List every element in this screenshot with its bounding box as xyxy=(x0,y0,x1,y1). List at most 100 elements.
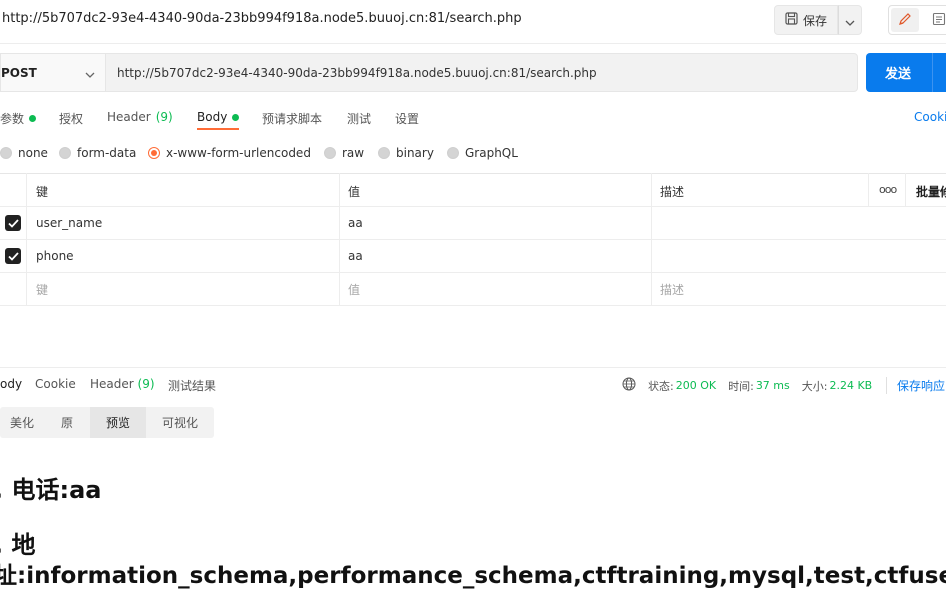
save-button[interactable]: 保存 xyxy=(774,5,838,35)
body-type-raw-label: raw xyxy=(342,146,365,160)
save-icon xyxy=(785,12,798,28)
save-response-button[interactable]: 保存响应 xyxy=(886,377,945,394)
new-description-input[interactable]: 描述 xyxy=(660,281,684,298)
tab-tests[interactable]: 测试 xyxy=(347,110,371,127)
tab-params[interactable]: 参数 xyxy=(0,110,37,127)
globe-icon[interactable] xyxy=(622,377,636,394)
size-label: 大小: xyxy=(801,379,828,393)
time-value[interactable]: 37 ms xyxy=(756,379,790,392)
column-header-key: 键 xyxy=(36,185,49,199)
body-type-raw[interactable]: raw xyxy=(324,146,364,160)
tab-tests-label: 测试 xyxy=(347,112,372,126)
tab-params-label: 参数 xyxy=(0,112,25,126)
row-checkbox[interactable] xyxy=(5,248,21,264)
new-value-input[interactable]: 值 xyxy=(348,281,360,298)
column-header-description: 描述 xyxy=(660,185,685,199)
tab-header-label: Header xyxy=(107,110,151,124)
radio-form-data[interactable] xyxy=(59,147,71,159)
response-status-area: 状态: 200 OK 时间: 37 ms 大小: 2.24 KB xyxy=(622,377,872,394)
chevron-down-icon xyxy=(85,63,95,82)
tab-prerequest-script[interactable]: 预请求脚本 xyxy=(262,110,322,127)
response-tab-cookie[interactable]: Cookie xyxy=(35,377,76,391)
params-indicator-dot xyxy=(29,115,37,122)
more-options-icon[interactable]: ooo xyxy=(879,183,897,196)
new-key-input[interactable]: 键 xyxy=(36,281,48,298)
column-divider xyxy=(868,173,869,206)
active-tab-underline xyxy=(197,128,239,130)
body-type-binary-label: binary xyxy=(396,146,434,160)
pencil-icon xyxy=(898,11,912,30)
body-type-graphql[interactable]: GraphQL xyxy=(447,146,518,160)
preview-line: 址:information_schema,performance_schema,… xyxy=(0,563,946,589)
table-row xyxy=(0,207,946,240)
row-checkbox[interactable] xyxy=(5,215,21,231)
body-type-urlencoded[interactable]: x-www-form-urlencoded xyxy=(148,146,311,160)
view-mode-pretty[interactable]: 美化 xyxy=(0,407,44,438)
response-divider xyxy=(0,367,946,368)
tab-auth[interactable]: 授权 xyxy=(59,110,83,127)
body-type-form-data-label: form-data xyxy=(77,146,137,160)
tab-header[interactable]: Header (9) xyxy=(107,110,173,124)
radio-none[interactable] xyxy=(0,147,12,159)
radio-graphql[interactable] xyxy=(447,147,459,159)
chevron-down-icon xyxy=(845,11,855,30)
url-text: http://5b707dc2-93e4-4340-90da-23bb994f9… xyxy=(117,65,597,80)
params-table xyxy=(0,173,946,306)
preview-line: , 电话:aa xyxy=(0,476,102,504)
edit-button[interactable] xyxy=(891,8,919,32)
column-header-value: 值 xyxy=(348,185,361,199)
body-type-urlencoded-label: x-www-form-urlencoded xyxy=(166,146,311,160)
save-dropdown-button[interactable] xyxy=(838,5,862,35)
response-tab-body[interactable]: ody xyxy=(0,377,22,391)
tab-body[interactable]: Body xyxy=(197,110,240,124)
tab-body-label: Body xyxy=(197,110,228,124)
table-row xyxy=(0,240,946,273)
column-divider xyxy=(26,173,27,306)
table-header-row xyxy=(0,174,946,207)
send-button[interactable]: 发送 xyxy=(866,53,946,92)
tab-settings-label: 设置 xyxy=(395,112,420,126)
body-type-none-label: none xyxy=(18,146,48,160)
view-mode-visualize[interactable]: 可视化 xyxy=(146,407,214,438)
param-key-cell[interactable]: phone xyxy=(36,249,74,263)
view-mode-preview[interactable]: 预览 xyxy=(90,407,146,438)
radio-urlencoded[interactable] xyxy=(148,147,160,159)
table-row-empty xyxy=(0,273,946,306)
column-divider xyxy=(339,173,340,306)
size-value[interactable]: 2.24 KB xyxy=(829,379,872,392)
column-divider xyxy=(651,173,652,306)
bulk-edit-link[interactable]: 批量修 xyxy=(916,183,946,200)
send-divider xyxy=(932,53,933,92)
documentation-button[interactable] xyxy=(925,8,946,32)
param-key-cell[interactable]: user_name xyxy=(36,216,102,230)
response-tab-header[interactable]: Header (9) xyxy=(90,377,155,391)
document-icon xyxy=(932,11,946,30)
tab-settings[interactable]: 设置 xyxy=(395,110,419,127)
method-select[interactable]: POST xyxy=(0,53,105,92)
preview-line: , 地 xyxy=(0,531,36,559)
send-label: 发送 xyxy=(885,67,912,82)
url-input[interactable]: http://5b707dc2-93e4-4340-90da-23bb994f9… xyxy=(105,53,858,92)
view-mode-raw[interactable]: 原 xyxy=(44,407,90,438)
radio-binary[interactable] xyxy=(378,147,390,159)
status-value[interactable]: 200 OK xyxy=(676,379,716,392)
param-value-cell[interactable]: aa xyxy=(348,249,363,263)
cookies-link[interactable]: Cooki xyxy=(914,110,946,124)
body-indicator-dot xyxy=(232,113,240,121)
request-title[interactable]: http://5b707dc2-93e4-4340-90da-23bb994f9… xyxy=(2,11,522,26)
tab-prerequest-label: 预请求脚本 xyxy=(262,112,323,126)
body-type-form-data[interactable]: form-data xyxy=(59,146,136,160)
body-type-binary[interactable]: binary xyxy=(378,146,434,160)
body-type-none[interactable]: none xyxy=(0,146,48,160)
tab-auth-label: 授权 xyxy=(59,112,84,126)
response-tab-header-count: (9) xyxy=(137,377,155,391)
save-label: 保存 xyxy=(802,13,827,28)
response-tab-tests[interactable]: 测试结果 xyxy=(168,377,216,394)
time-label: 时间: xyxy=(728,379,754,393)
tab-header-count: (9) xyxy=(155,110,173,124)
param-value-cell[interactable]: aa xyxy=(348,216,363,230)
body-type-graphql-label: GraphQL xyxy=(465,146,518,160)
radio-raw[interactable] xyxy=(324,147,336,159)
status-label: 状态: xyxy=(648,379,674,393)
response-tab-header-label: Header xyxy=(90,377,134,391)
